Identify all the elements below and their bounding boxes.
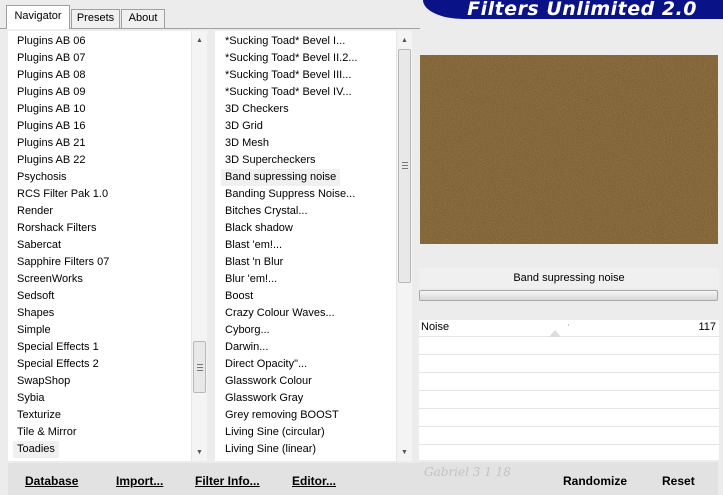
param-label: Noise [421,321,450,333]
app-title: Filters Unlimited 2.0 [467,0,697,19]
database-button[interactable]: Database [25,473,78,489]
category-item[interactable]: Shapes [13,305,58,322]
category-item[interactable]: Rorshack Filters [13,220,100,237]
category-item[interactable]: SwapShop [13,373,74,390]
category-item[interactable]: Sabercat [13,237,65,254]
scroll-thumb[interactable] [193,341,206,393]
scroll-up-arrow-icon[interactable]: ▲ [192,33,207,49]
import-button[interactable]: Import... [116,473,163,489]
category-item[interactable]: Special Effects 1 [13,339,103,356]
filter-item[interactable]: 3D Grid [221,118,267,135]
filter-item[interactable]: Blur 'em!... [221,271,281,288]
scroll-down-arrow-icon[interactable]: ▼ [397,445,412,461]
parameter-panel: Noise 117 [419,320,719,463]
category-item[interactable]: ScreenWorks [13,271,87,288]
filter-item[interactable]: 3D Supercheckers [221,152,320,169]
filter-item[interactable]: Living Sine (circular) [221,424,329,441]
category-item[interactable]: Plugins AB 09 [13,84,90,101]
tab-presets[interactable]: Presets [71,9,120,28]
scroll-thumb[interactable] [398,49,411,283]
filter-item[interactable]: Glasswork Gray [221,390,307,407]
category-item[interactable]: Plugins AB 21 [13,135,90,152]
filter-item[interactable]: Crazy Colour Waves... [221,305,339,322]
tab-about[interactable]: About [121,9,165,28]
category-scrollbar[interactable]: ▲ ▼ [191,31,207,461]
category-item[interactable]: Tile & Mirror [13,424,80,441]
filter-item[interactable]: Boost [221,288,257,305]
preview-image [420,55,718,244]
category-item[interactable]: Texturize [13,407,65,424]
param-row-noise[interactable]: Noise 117 [419,320,719,337]
category-item[interactable]: Sybia [13,390,49,407]
category-item[interactable]: Simple [13,322,55,339]
category-item[interactable]: Plugins AB 16 [13,118,90,135]
category-item[interactable]: Plugins AB 22 [13,152,90,169]
category-item[interactable]: Plugins AB 07 [13,50,90,67]
param-row-empty [419,446,719,463]
watermark-signature: Gabriel 3 1 18 [424,465,511,479]
filter-item[interactable]: *Sucking Toad* Bevel II.2... [221,50,362,67]
filter-item[interactable]: *Sucking Toad* Bevel IV... [221,84,356,101]
scroll-up-arrow-icon[interactable]: ▲ [397,33,412,49]
param-slider-tick [568,324,569,326]
param-row-empty [419,338,719,355]
filter-item[interactable]: *Sucking Toad* Bevel I... [221,33,349,50]
reset-button[interactable]: Reset [662,473,695,489]
category-item[interactable]: Plugins AB 08 [13,67,90,84]
title-banner: Filters Unlimited 2.0 [423,0,723,19]
category-item[interactable]: Plugins AB 10 [13,101,90,118]
filter-item[interactable]: Grey removing BOOST [221,407,343,424]
tab-navigator[interactable]: Navigator [6,5,70,29]
param-row-empty [419,410,719,427]
param-slider-marker[interactable] [549,330,561,337]
filter-item[interactable]: Banding Suppress Noise... [221,186,359,203]
category-item[interactable]: RCS Filter Pak 1.0 [13,186,112,203]
filter-list[interactable]: *Sucking Toad* Bevel I... *Sucking Toad* … [215,31,412,461]
category-item[interactable]: Plugins AB 06 [13,33,90,50]
progress-bar [419,290,718,301]
category-list[interactable]: Plugins AB 06 Plugins AB 07 Plugins AB 08 P… [8,31,207,461]
current-filter-name: Band supressing noise [419,268,719,288]
param-row-empty [419,392,719,409]
category-item[interactable]: Psychosis [13,169,71,186]
filter-item[interactable]: 3D Mesh [221,135,273,152]
param-row-empty [419,428,719,445]
filter-item[interactable]: Black shadow [221,220,297,237]
filter-item[interactable]: Direct Opacity"... [221,356,311,373]
param-row-empty [419,374,719,391]
filter-item[interactable]: Living Sine (linear) [221,441,320,458]
category-item[interactable]: Sedsoft [13,288,58,305]
scroll-down-arrow-icon[interactable]: ▼ [192,445,207,461]
editor-button[interactable]: Editor... [292,473,336,489]
filter-item[interactable]: Band supressing noise [221,169,341,186]
filter-item[interactable]: Glasswork Colour [221,373,316,390]
param-value[interactable]: 117 [698,321,716,333]
filter-item[interactable]: 3D Checkers [221,101,293,118]
param-row-empty [419,356,719,373]
filter-info-button[interactable]: Filter Info... [195,473,260,489]
category-item[interactable]: Toadies [13,441,59,458]
filter-scrollbar[interactable]: ▲ ▼ [396,31,412,461]
category-item[interactable]: Render [13,203,57,220]
filter-item[interactable]: Blast 'em!... [221,237,286,254]
filter-item[interactable]: Blast 'n Blur [221,254,287,271]
filter-item[interactable]: Bitches Crystal... [221,203,312,220]
category-item[interactable]: Sapphire Filters 07 [13,254,113,271]
filter-item[interactable]: Darwin... [221,339,272,356]
filter-item[interactable]: Cyborg... [221,322,274,339]
category-item[interactable]: Special Effects 2 [13,356,103,373]
filter-item[interactable]: *Sucking Toad* Bevel III... [221,67,355,84]
randomize-button[interactable]: Randomize [563,473,627,489]
